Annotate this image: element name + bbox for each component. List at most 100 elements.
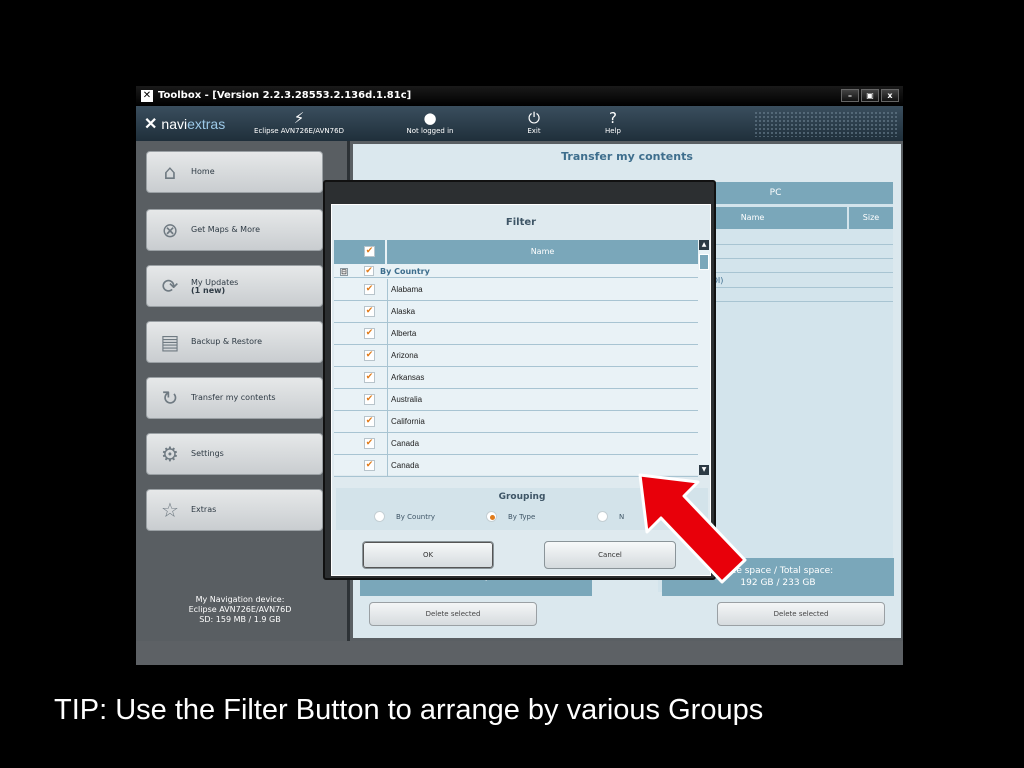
exit-label: Exit	[527, 127, 541, 135]
sidebar-item-my-updates[interactable]: ⟳ My Updates (1 new)	[146, 265, 323, 307]
table-row[interactable]: ✔ California	[334, 411, 698, 433]
device-button[interactable]: ⚡ Eclipse AVN726E/AVN76D	[254, 109, 344, 135]
logo-extras-text: extras	[187, 116, 226, 132]
red-arrow-shape	[638, 473, 747, 584]
sidebar-item-backup[interactable]: ▤ Backup & Restore	[146, 321, 323, 363]
row-checkbox[interactable]: ✔	[364, 306, 375, 317]
select-all-checkbox[interactable]: ✔	[364, 246, 375, 257]
row-name: Alberta	[387, 323, 698, 345]
maximize-button[interactable]: ▣	[861, 89, 879, 102]
radio-indicator[interactable]	[486, 511, 497, 522]
window-titlebar: ✕ Toolbox - [Version 2.2.3.28553.2.136d.…	[136, 86, 903, 106]
group-row-by-country[interactable]: ⊟ ✔ By Country	[334, 266, 698, 278]
sidebar-item-transfer[interactable]: ↻ Transfer my contents	[146, 377, 323, 419]
sidebar-item-get-maps[interactable]: ⊗ Get Maps & More	[146, 209, 323, 251]
row-name: California	[387, 411, 698, 433]
row-name: Alaska	[387, 301, 698, 323]
row-name: Arizona	[387, 345, 698, 367]
updates-count-badge: (1 new)	[191, 286, 226, 295]
select-all-column: ✔	[334, 240, 385, 264]
exit-button[interactable]: ⏻ Exit	[520, 109, 548, 135]
grid-header: ✔ Name	[334, 240, 698, 264]
radio-label: By Country	[396, 513, 435, 521]
scroll-thumb[interactable]	[699, 254, 709, 270]
plug-icon: ⚡	[293, 109, 305, 127]
sidebar-item-label: Get Maps & More	[191, 225, 261, 234]
sidebar-item-label: Extras	[191, 505, 217, 514]
sidebar-item-extras[interactable]: ☆ Extras	[146, 489, 323, 531]
row-checkbox[interactable]: ✔	[364, 416, 375, 427]
group-checkbox[interactable]: ✔	[364, 266, 374, 276]
row-name: Alabama	[387, 279, 698, 301]
device-label: Eclipse AVN726E/AVN76D	[254, 127, 344, 135]
red-arrow-annotation	[638, 473, 747, 584]
table-row[interactable]: ✔ Alberta	[334, 323, 698, 345]
device-info-heading: My Navigation device:	[195, 595, 285, 604]
sidebar-item-label: Backup & Restore	[191, 337, 263, 346]
device-info-model: Eclipse AVN726E/AVN76D	[188, 605, 292, 614]
table-row[interactable]: ✔ Arkansas	[334, 367, 698, 389]
sidebar-item-home[interactable]: ⌂ Home	[146, 151, 323, 193]
row-checkbox[interactable]: ✔	[364, 372, 375, 383]
status-bar	[136, 641, 903, 665]
gear-icon: ⚙	[161, 442, 179, 466]
logo-mark-icon: ✕	[144, 116, 158, 133]
close-button[interactable]: x	[881, 89, 899, 102]
ok-button[interactable]: OK	[362, 541, 494, 569]
sidebar-item-label: Home	[191, 167, 215, 176]
grid-scrollbar[interactable]: ▲ ▼	[698, 240, 710, 475]
radio-indicator[interactable]	[597, 511, 608, 522]
user-icon: ●	[423, 109, 437, 127]
sidebar: ⌂ Home ⊗ Get Maps & More ⟳ My Updates (1…	[136, 141, 350, 641]
row-name: Arkansas	[387, 367, 698, 389]
row-checkbox[interactable]: ✔	[364, 460, 375, 471]
help-icon: ?	[609, 109, 617, 127]
minimize-button[interactable]: –	[841, 89, 859, 102]
filter-grid: ✔ Name ⊟ ✔ By Country ✔ Alabama ✔ Alaska ✔…	[334, 240, 698, 477]
power-icon: ⏻	[528, 109, 540, 127]
tip-caption: TIP: Use the Filter Button to arrange by…	[54, 694, 764, 726]
login-label: Not logged in	[406, 127, 454, 135]
home-icon: ⌂	[163, 160, 177, 184]
row-name: Australia	[387, 389, 698, 411]
table-row[interactable]: ✔ Australia	[334, 389, 698, 411]
table-row[interactable]: ✔ Arizona	[334, 345, 698, 367]
updates-icon: ⟳	[161, 274, 179, 298]
login-button[interactable]: ● Not logged in	[398, 109, 462, 135]
top-toolbar: ✕ naviextras ⚡ Eclipse AVN726E/AVN76D ● N…	[136, 106, 903, 141]
delete-selected-pc-button[interactable]: Delete selected	[717, 602, 885, 626]
pc-column-size[interactable]: Size	[849, 207, 893, 229]
window-title: Toolbox - [Version 2.2.3.28553.2.136d.1.…	[158, 90, 412, 101]
group-label: By Country	[380, 267, 430, 276]
delete-selected-device-button[interactable]: Delete selected	[369, 602, 537, 626]
collapse-icon[interactable]: ⊟	[340, 268, 348, 276]
row-checkbox[interactable]: ✔	[364, 350, 375, 361]
row-checkbox[interactable]: ✔	[364, 394, 375, 405]
row-checkbox[interactable]: ✔	[364, 328, 375, 339]
name-column-header[interactable]: Name	[387, 240, 698, 264]
table-row[interactable]: ✔ Alabama	[334, 279, 698, 301]
star-icon: ☆	[161, 498, 179, 522]
page-title: Transfer my contents	[561, 150, 693, 163]
help-button[interactable]: ? Help	[599, 109, 627, 135]
dialog-title: Filter	[505, 217, 537, 228]
app-icon: ✕	[141, 90, 153, 102]
naviextras-logo: ✕ naviextras	[144, 114, 225, 134]
table-row[interactable]: ✔ Canada	[334, 433, 698, 455]
row-name: Canada	[387, 433, 698, 455]
sidebar-item-label: Settings	[191, 449, 224, 458]
backup-icon: ▤	[160, 330, 180, 354]
device-info: My Navigation device: Eclipse AVN726E/AV…	[136, 595, 344, 625]
table-row[interactable]: ✔ Alaska	[334, 301, 698, 323]
device-info-storage: SD: 159 MB / 1.9 GB	[199, 615, 281, 624]
scroll-up-icon[interactable]: ▲	[699, 240, 709, 250]
sidebar-item-settings[interactable]: ⚙ Settings	[146, 433, 323, 475]
transfer-icon: ↻	[161, 386, 179, 410]
radio-indicator[interactable]	[374, 511, 385, 522]
help-label: Help	[605, 127, 621, 135]
row-checkbox[interactable]: ✔	[364, 438, 375, 449]
row-checkbox[interactable]: ✔	[364, 284, 375, 295]
radio-label: By Type	[508, 513, 536, 521]
globe-icon: ⊗	[161, 218, 179, 242]
sidebar-item-label: Transfer my contents	[191, 393, 276, 402]
